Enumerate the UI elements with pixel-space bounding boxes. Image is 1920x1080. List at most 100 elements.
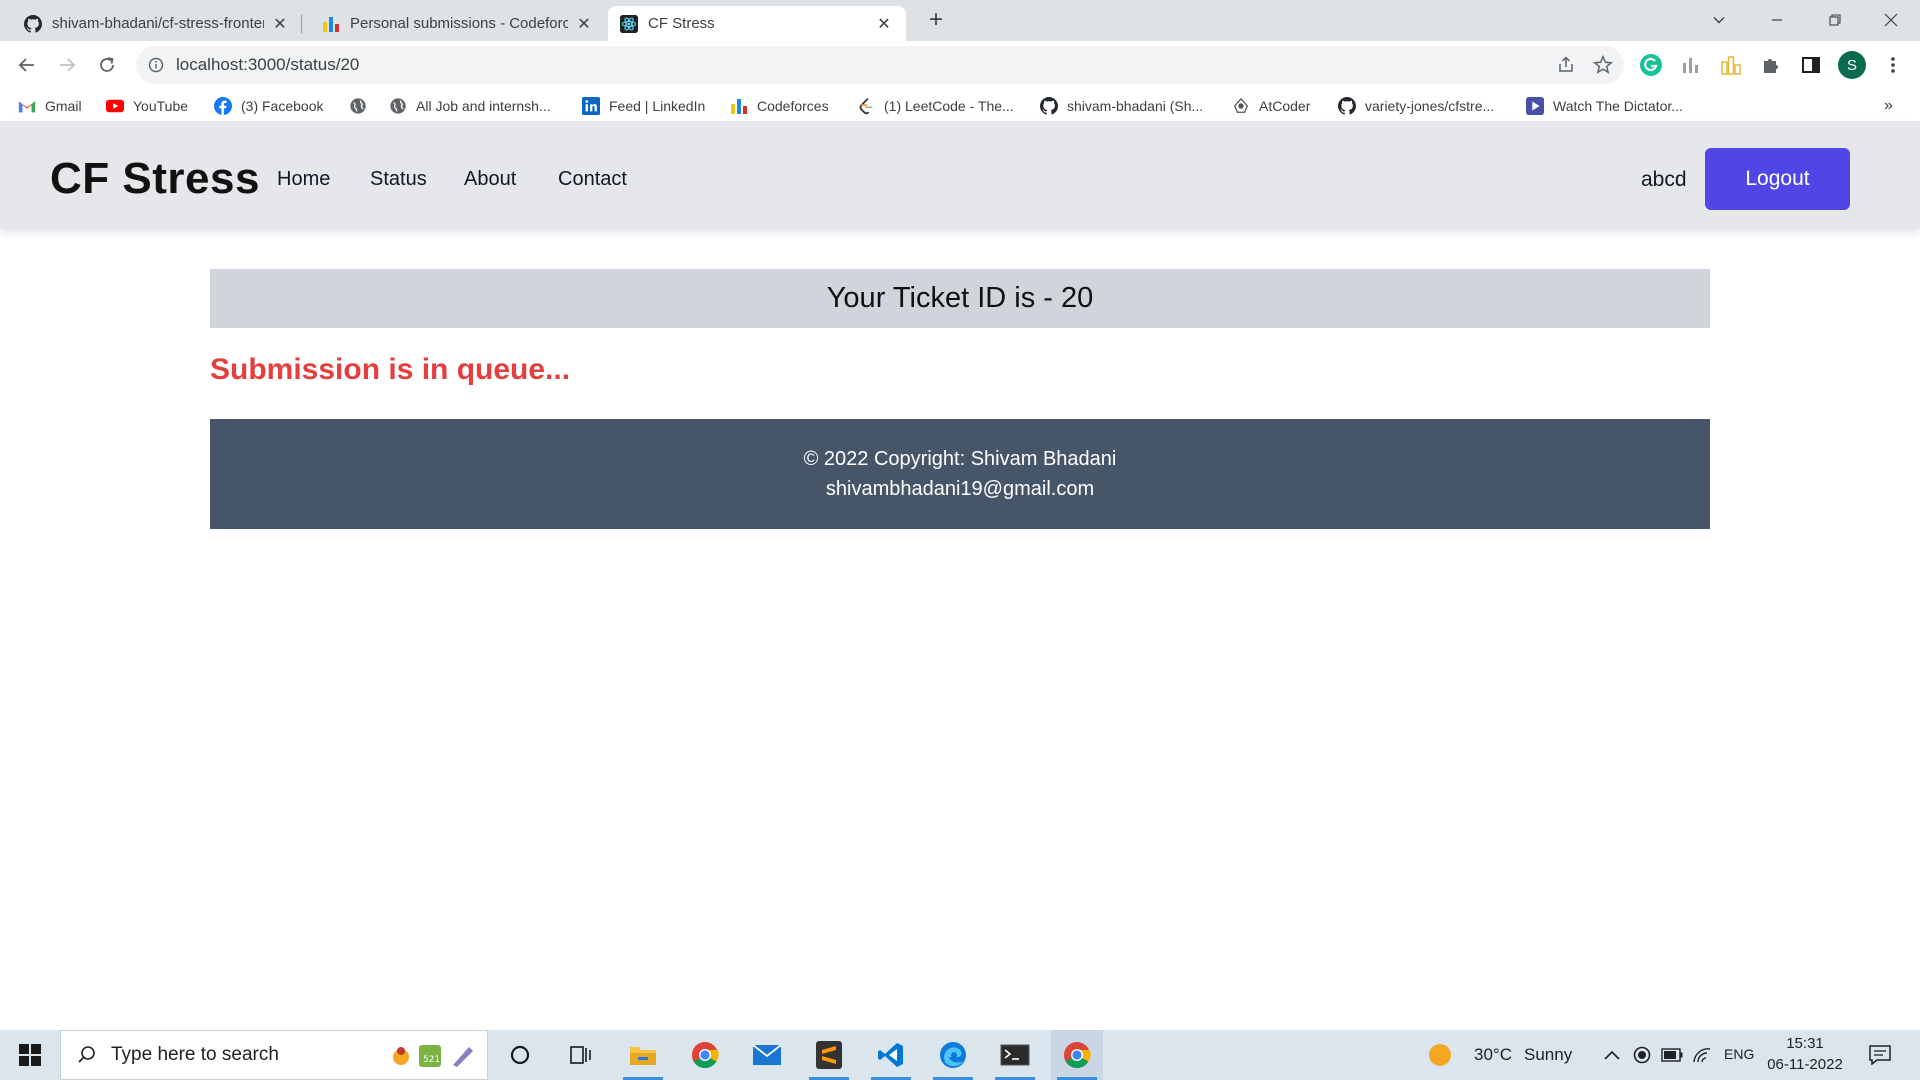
globe-icon [350, 98, 366, 114]
url-text: localhost:3000/status/20 [176, 55, 360, 74]
bookmark-github-profile[interactable]: shivam-bhadani (Sh... [1040, 94, 1203, 118]
chrome-icon[interactable] [679, 1030, 731, 1080]
tab-codeforces[interactable]: Personal submissions - Codeforces ✕ [310, 6, 606, 41]
submission-status-message: Submission is in queue... [210, 353, 571, 386]
battery-icon[interactable] [1657, 1030, 1687, 1080]
bookmark-jobs[interactable]: All Job and internsh... [389, 94, 551, 118]
leetcode-icon [859, 98, 873, 115]
chrome-active-icon[interactable] [1051, 1030, 1103, 1080]
linkedin-icon [582, 97, 600, 115]
nav-about[interactable]: About [464, 168, 516, 191]
search-icon [78, 1046, 95, 1063]
bookmark-linkedin[interactable]: Feed | LinkedIn [582, 94, 705, 118]
windows-start-icon[interactable] [0, 1030, 60, 1080]
clock-time: 15:31 [1786, 1035, 1824, 1052]
tab-github[interactable]: shivam-bhadani/cf-stress-frontend ✕ [12, 6, 302, 41]
weather-temperature[interactable]: 30°C [1474, 1045, 1512, 1065]
restore-icon[interactable] [1806, 0, 1864, 40]
footer-email: shivambhadani19@gmail.com [825, 478, 1095, 500]
gmail-icon [18, 101, 36, 113]
chevron-up-icon[interactable] [1597, 1030, 1627, 1080]
github-icon [24, 14, 42, 33]
grammarly-icon[interactable] [1638, 52, 1664, 78]
reload-icon[interactable] [90, 48, 124, 82]
nav-home[interactable]: Home [277, 168, 330, 191]
system-clock[interactable]: 15:31 06-11-2022 [1762, 1033, 1848, 1075]
close-window-icon[interactable] [1862, 0, 1920, 40]
forward-icon[interactable] [50, 48, 84, 82]
site-footer: © 2022 Copyright: Shivam Bhadani shivamb… [210, 419, 1710, 529]
bookmark-atcoder[interactable]: AtCoder [1232, 94, 1310, 118]
edge-icon[interactable] [927, 1030, 979, 1080]
close-tab-icon[interactable]: ✕ [874, 14, 894, 34]
search-highlight-icon: 521 [393, 1045, 473, 1067]
bookmark-star-icon[interactable] [1592, 54, 1614, 76]
back-icon[interactable] [10, 48, 44, 82]
bookmark-codeforces[interactable]: Codeforces [730, 94, 829, 118]
info-icon[interactable] [148, 57, 164, 73]
close-tab-icon[interactable]: ✕ [574, 14, 594, 34]
bookmarks-overflow-icon[interactable]: » [1884, 94, 1893, 118]
globe-icon [390, 98, 406, 114]
github-icon [1338, 97, 1356, 115]
bookmark-youtube[interactable]: YouTube [106, 94, 188, 118]
rating-extension-icon[interactable] [1718, 52, 1744, 78]
codeforces-icon [323, 16, 339, 32]
close-tab-icon[interactable]: ✕ [270, 14, 290, 34]
extensions-puzzle-icon[interactable] [1758, 52, 1784, 78]
tab-search-icon[interactable] [1690, 0, 1748, 40]
weather-sun-icon[interactable] [1425, 1030, 1455, 1080]
bookmark-gmail[interactable]: Gmail [18, 94, 82, 118]
task-view-icon[interactable] [555, 1030, 607, 1080]
mail-icon[interactable] [741, 1030, 793, 1080]
tab-divider [301, 15, 302, 33]
taskbar-search-input[interactable]: Type here to search 521 [60, 1030, 488, 1080]
bookmark-cfstress-repo[interactable]: variety-jones/cfstre... [1338, 94, 1494, 118]
bookmark-globe[interactable] [349, 94, 376, 118]
terminal-icon[interactable] [989, 1030, 1041, 1080]
browser-menu-icon[interactable] [1880, 52, 1906, 78]
vscode-icon[interactable] [865, 1030, 917, 1080]
notification-icon[interactable] [1856, 1030, 1904, 1080]
minimize-icon[interactable] [1748, 0, 1806, 40]
atcoder-icon [1233, 97, 1249, 113]
browser-toolbar: localhost:3000/status/20 S [0, 41, 1920, 90]
tab-title: shivam-bhadani/cf-stress-frontend [52, 15, 264, 32]
language-indicator[interactable]: ENG [1724, 1046, 1754, 1062]
tab-title: Personal submissions - Codeforces [350, 15, 568, 32]
github-icon [1040, 97, 1058, 115]
analytics-extension-icon[interactable] [1678, 52, 1704, 78]
record-icon[interactable] [1627, 1030, 1657, 1080]
browser-tab-strip: shivam-bhadani/cf-stress-frontend ✕ Pers… [0, 0, 1920, 41]
bookmarks-bar: Gmail YouTube (3) Facebook All Job and i… [0, 90, 1920, 122]
svg-text:521: 521 [423, 1055, 440, 1065]
tab-title: CF Stress [648, 15, 715, 32]
address-bar[interactable]: localhost:3000/status/20 [136, 46, 1624, 84]
youtube-icon [106, 99, 124, 113]
profile-avatar[interactable]: S [1838, 51, 1866, 79]
footer-copyright: © 2022 Copyright: Shivam Bhadani [803, 448, 1117, 470]
username-label: abcd [1641, 168, 1687, 191]
tab-cf-stress[interactable]: CF Stress ✕ [608, 6, 906, 41]
codeforces-icon [731, 99, 747, 114]
cortana-icon[interactable] [494, 1030, 546, 1080]
video-icon [1526, 97, 1544, 115]
clock-date: 06-11-2022 [1767, 1056, 1843, 1073]
nav-status[interactable]: Status [370, 168, 427, 191]
new-tab-button[interactable]: + [922, 6, 950, 34]
bookmark-facebook[interactable]: (3) Facebook [214, 94, 323, 118]
sublime-text-icon[interactable] [803, 1030, 855, 1080]
facebook-icon [214, 97, 232, 115]
side-panel-icon[interactable] [1798, 52, 1824, 78]
bookmark-leetcode[interactable]: (1) LeetCode - The... [857, 94, 1014, 118]
search-placeholder: Type here to search [111, 1044, 279, 1065]
wifi-icon[interactable] [1687, 1030, 1717, 1080]
react-icon [620, 14, 638, 33]
site-brand[interactable]: CF Stress [50, 154, 260, 204]
logout-button[interactable]: Logout [1705, 148, 1850, 210]
weather-description[interactable]: Sunny [1524, 1045, 1572, 1065]
bookmark-video[interactable]: Watch The Dictator... [1526, 94, 1683, 118]
file-explorer-icon[interactable] [617, 1030, 669, 1080]
nav-contact[interactable]: Contact [558, 168, 627, 191]
share-icon[interactable] [1556, 55, 1576, 75]
